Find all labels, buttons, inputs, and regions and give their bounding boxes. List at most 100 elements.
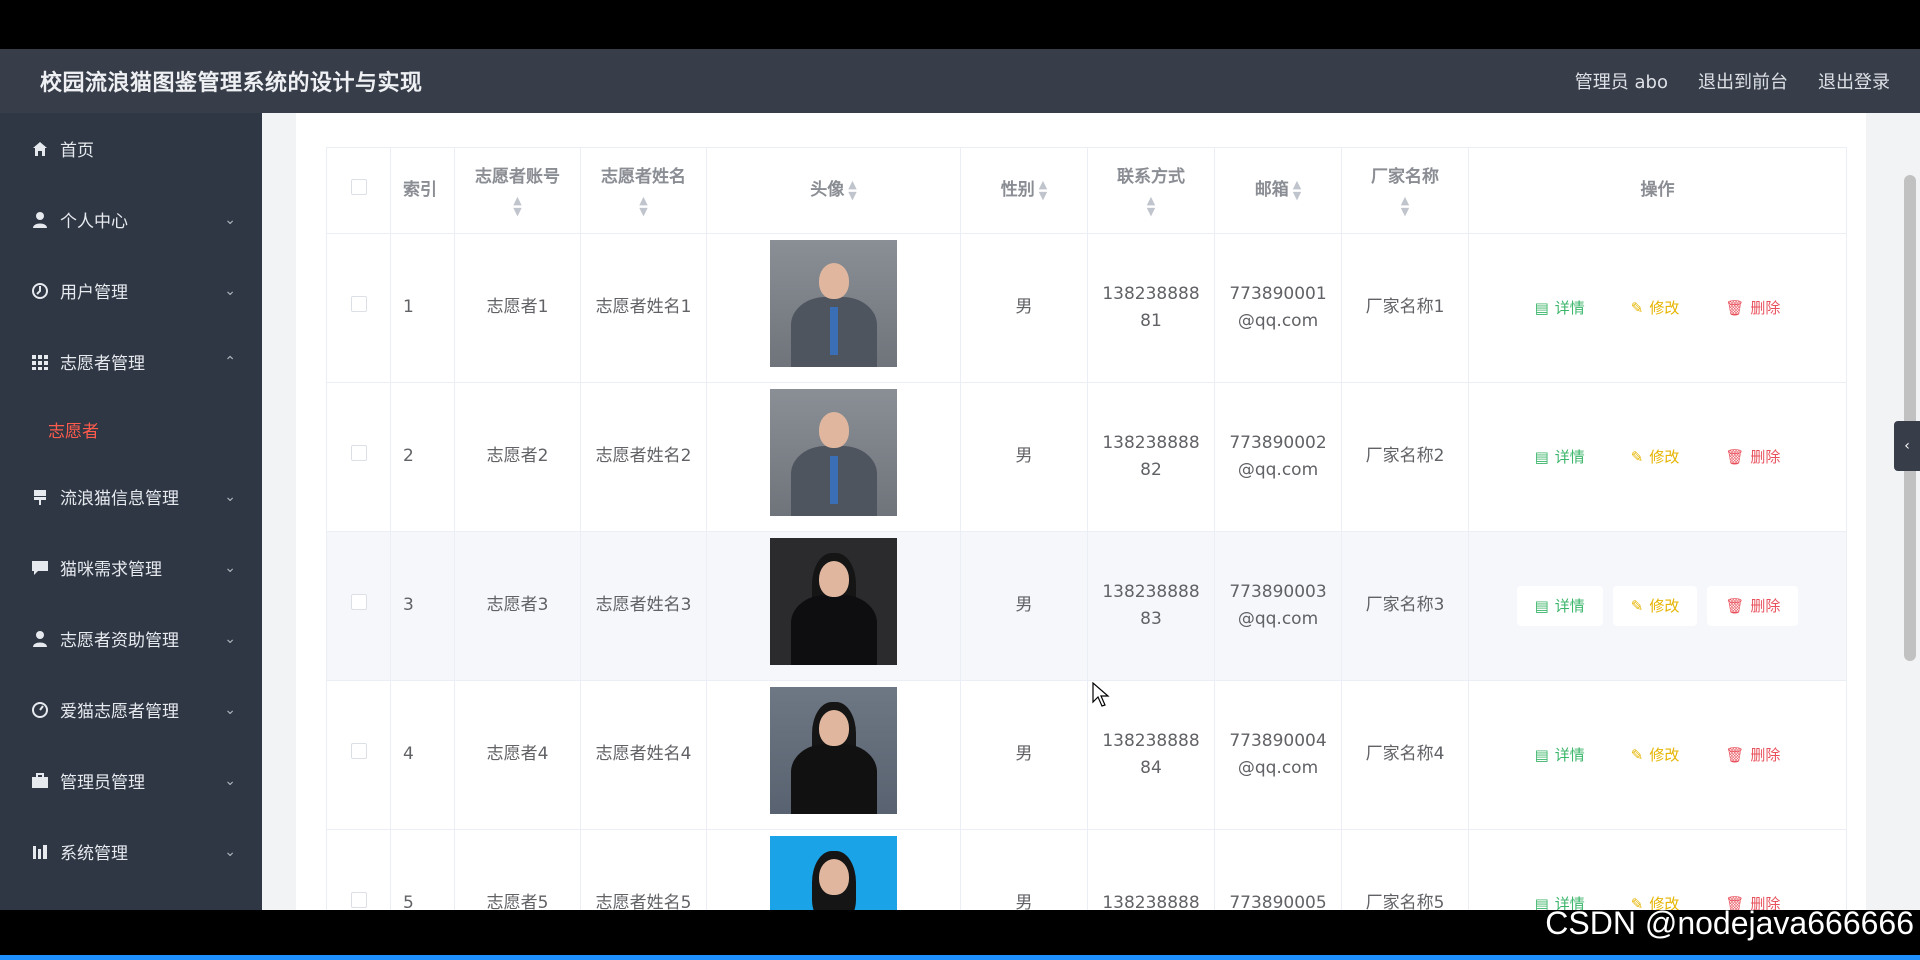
main-content: 索引 志愿者账号 ▲ ▼ 志愿者姓名 ▲ ▼ 头像 ▲ ▼ 性别 ▲ ▼ 联系方式 ▲ ▼ 邮箱 ▲ ▼… <box>262 113 1920 910</box>
sort-icon[interactable]: ▲ ▼ <box>848 179 856 201</box>
row-checkbox[interactable] <box>350 892 367 909</box>
delete-button[interactable]: 🗑 删除 <box>1707 288 1798 328</box>
sort-icon[interactable]: ▲ ▼ <box>1342 195 1468 217</box>
sort-icon[interactable]: ▲ ▼ <box>581 195 706 217</box>
chevron-up-icon: ⌃ <box>224 353 236 370</box>
avatar[interactable] <box>770 239 897 367</box>
sidebar-item-label: 爱猫志愿者管理 <box>60 702 179 722</box>
avatar[interactable] <box>770 835 897 910</box>
row-avatar-cell <box>706 680 961 830</box>
detail-button[interactable]: ▤ 详情 <box>1517 437 1603 477</box>
scrollbar-thumb[interactable] <box>1904 175 1916 661</box>
row-name: 志愿者姓名5 <box>580 829 707 910</box>
row-select-cell <box>326 680 391 830</box>
edit-button[interactable]: ✎ 修改 <box>1613 437 1698 477</box>
delete-button[interactable]: 🗑 删除 <box>1707 586 1799 626</box>
sidebar-item-system-management[interactable]: 系统管理 ⌄ <box>0 816 262 887</box>
sidebar-item-user-management[interactable]: 用户管理 ⌄ <box>0 255 262 326</box>
row-actions: ▤ 详情 ✎ 修改 🗑 删除 <box>1468 829 1847 910</box>
detail-button[interactable]: ▤ 详情 <box>1516 586 1603 626</box>
sort-icon[interactable]: ▲ ▼ <box>1039 179 1047 201</box>
delete-label: 删除 <box>1750 299 1781 317</box>
logout-link[interactable]: 退出登录 <box>1818 68 1890 94</box>
chevron-down-icon: ⌄ <box>224 488 236 505</box>
pencil-icon: ✎ <box>1630 746 1644 764</box>
table-row[interactable]: 4 志愿者4 志愿者姓名4 男 138238888 84 773890004 @qq.co… <box>326 680 1847 830</box>
chevron-down-icon: ⌄ <box>224 843 236 860</box>
col-header-phone[interactable]: 联系方式 ▲ ▼ <box>1087 147 1215 234</box>
sidebar-item-volunteer-management[interactable]: 志愿者管理 ⌃ <box>0 326 262 397</box>
sort-icon[interactable]: ▲ ▼ <box>1088 195 1214 217</box>
row-vendor: 厂家名称3 <box>1341 531 1469 681</box>
sidebar-item-admin-management[interactable]: 管理员管理 ⌄ <box>0 745 262 816</box>
row-checkbox[interactable] <box>350 594 367 611</box>
edit-button[interactable]: ✎ 修改 <box>1613 735 1698 775</box>
sidebar-item-cat-needs[interactable]: 猫咪需求管理 ⌄ <box>0 532 262 603</box>
delete-label: 删除 <box>1750 597 1781 615</box>
col-header-avatar[interactable]: 头像 ▲ ▼ <box>706 147 961 234</box>
col-header-vendor[interactable]: 厂家名称 ▲ ▼ <box>1341 147 1469 234</box>
sidebar-item-home[interactable]: 首页 <box>0 113 262 184</box>
table-panel: 索引 志愿者账号 ▲ ▼ 志愿者姓名 ▲ ▼ 头像 ▲ ▼ 性别 ▲ ▼ 联系方式 ▲ ▼ 邮箱 ▲ ▼… <box>296 113 1866 910</box>
select-all-cell <box>326 147 391 234</box>
select-all-checkbox[interactable] <box>350 178 367 195</box>
row-name: 志愿者姓名2 <box>580 382 707 532</box>
header-actions: 管理员 abo 退出到前台 退出登录 <box>1575 68 1890 94</box>
avatar[interactable] <box>770 388 897 516</box>
delete-button[interactable]: 🗑 删除 <box>1707 437 1798 477</box>
avatar[interactable] <box>770 537 897 665</box>
col-header-name[interactable]: 志愿者姓名 ▲ ▼ <box>580 147 707 234</box>
row-checkbox[interactable] <box>350 743 367 760</box>
col-header-account[interactable]: 志愿者账号 ▲ ▼ <box>454 147 581 234</box>
edit-button[interactable]: ✎ 修改 <box>1613 288 1698 328</box>
flag-icon <box>30 487 50 507</box>
sidebar-item-stray-cat-info[interactable]: 流浪猫信息管理 ⌄ <box>0 461 262 532</box>
row-avatar-cell <box>706 531 961 681</box>
table-row[interactable]: 1 志愿者1 志愿者姓名1 男 138238888 81 773890001 @qq.co… <box>326 233 1847 383</box>
col-header-email[interactable]: 邮箱 ▲ ▼ <box>1214 147 1342 234</box>
row-select-cell <box>326 829 391 910</box>
sidebar-item-volunteer-funding[interactable]: 志愿者资助管理 ⌄ <box>0 603 262 674</box>
row-name: 志愿者姓名1 <box>580 233 707 383</box>
row-select-cell <box>326 382 391 532</box>
row-account: 志愿者5 <box>454 829 581 910</box>
row-vendor: 厂家名称5 <box>1341 829 1469 910</box>
row-actions: ▤ 详情 ✎ 修改 🗑 删除 <box>1468 382 1847 532</box>
document-icon: ▤ <box>1534 448 1549 466</box>
row-gender: 男 <box>960 382 1088 532</box>
clock-icon <box>30 281 50 301</box>
collapse-toggle-icon[interactable]: ‹ <box>1894 421 1920 471</box>
row-name: 志愿者姓名3 <box>580 531 707 681</box>
row-checkbox[interactable] <box>350 445 367 462</box>
table-row[interactable]: 2 志愿者2 志愿者姓名2 男 138238888 82 773890002 @qq.co… <box>326 382 1847 532</box>
row-checkbox[interactable] <box>350 296 367 313</box>
vertical-scrollbar[interactable] <box>1900 113 1920 910</box>
col-header-gender[interactable]: 性别 ▲ ▼ <box>960 147 1088 234</box>
edit-label: 修改 <box>1649 746 1680 764</box>
sort-icon[interactable]: ▲ ▼ <box>1293 179 1301 201</box>
sort-icon[interactable]: ▲ ▼ <box>455 195 580 217</box>
detail-label: 详情 <box>1554 448 1585 466</box>
row-phone: 138238888 81 <box>1087 233 1215 383</box>
edit-label: 修改 <box>1649 299 1680 317</box>
delete-button[interactable]: 🗑 删除 <box>1707 735 1798 775</box>
sidebar-subitem-volunteer[interactable]: 志愿者 <box>0 397 262 461</box>
detail-button[interactable]: ▤ 详情 <box>1517 735 1603 775</box>
detail-label: 详情 <box>1554 746 1585 764</box>
edit-button[interactable]: ✎ 修改 <box>1612 586 1698 626</box>
row-avatar-cell <box>706 233 961 383</box>
chat-icon <box>30 558 50 578</box>
sidebar-item-cat-lover-volunteers[interactable]: 爱猫志愿者管理 ⌄ <box>0 674 262 745</box>
video-progress-bar <box>0 955 1920 960</box>
col-header-label: 联系方式 <box>1117 166 1185 187</box>
sidebar-item-personal-center[interactable]: 个人中心 ⌄ <box>0 184 262 255</box>
back-to-front-link[interactable]: 退出到前台 <box>1698 68 1788 94</box>
row-email: 773890002 @qq.com <box>1214 382 1342 532</box>
row-index: 2 <box>390 382 455 532</box>
avatar[interactable] <box>770 686 897 814</box>
table-row[interactable]: 5 志愿者5 志愿者姓名5 男 138238888 773890005 厂家名称5 ▤ 详情 ✎ 修… <box>326 829 1847 910</box>
table-row[interactable]: 3 志愿者3 志愿者姓名3 男 138238888 83 773890003 @qq.co… <box>326 531 1847 681</box>
briefcase-icon <box>30 771 50 791</box>
detail-button[interactable]: ▤ 详情 <box>1517 288 1603 328</box>
screen: 校园流浪猫图鉴管理系统的设计与实现 管理员 abo 退出到前台 退出登录 首页 … <box>0 0 1920 960</box>
